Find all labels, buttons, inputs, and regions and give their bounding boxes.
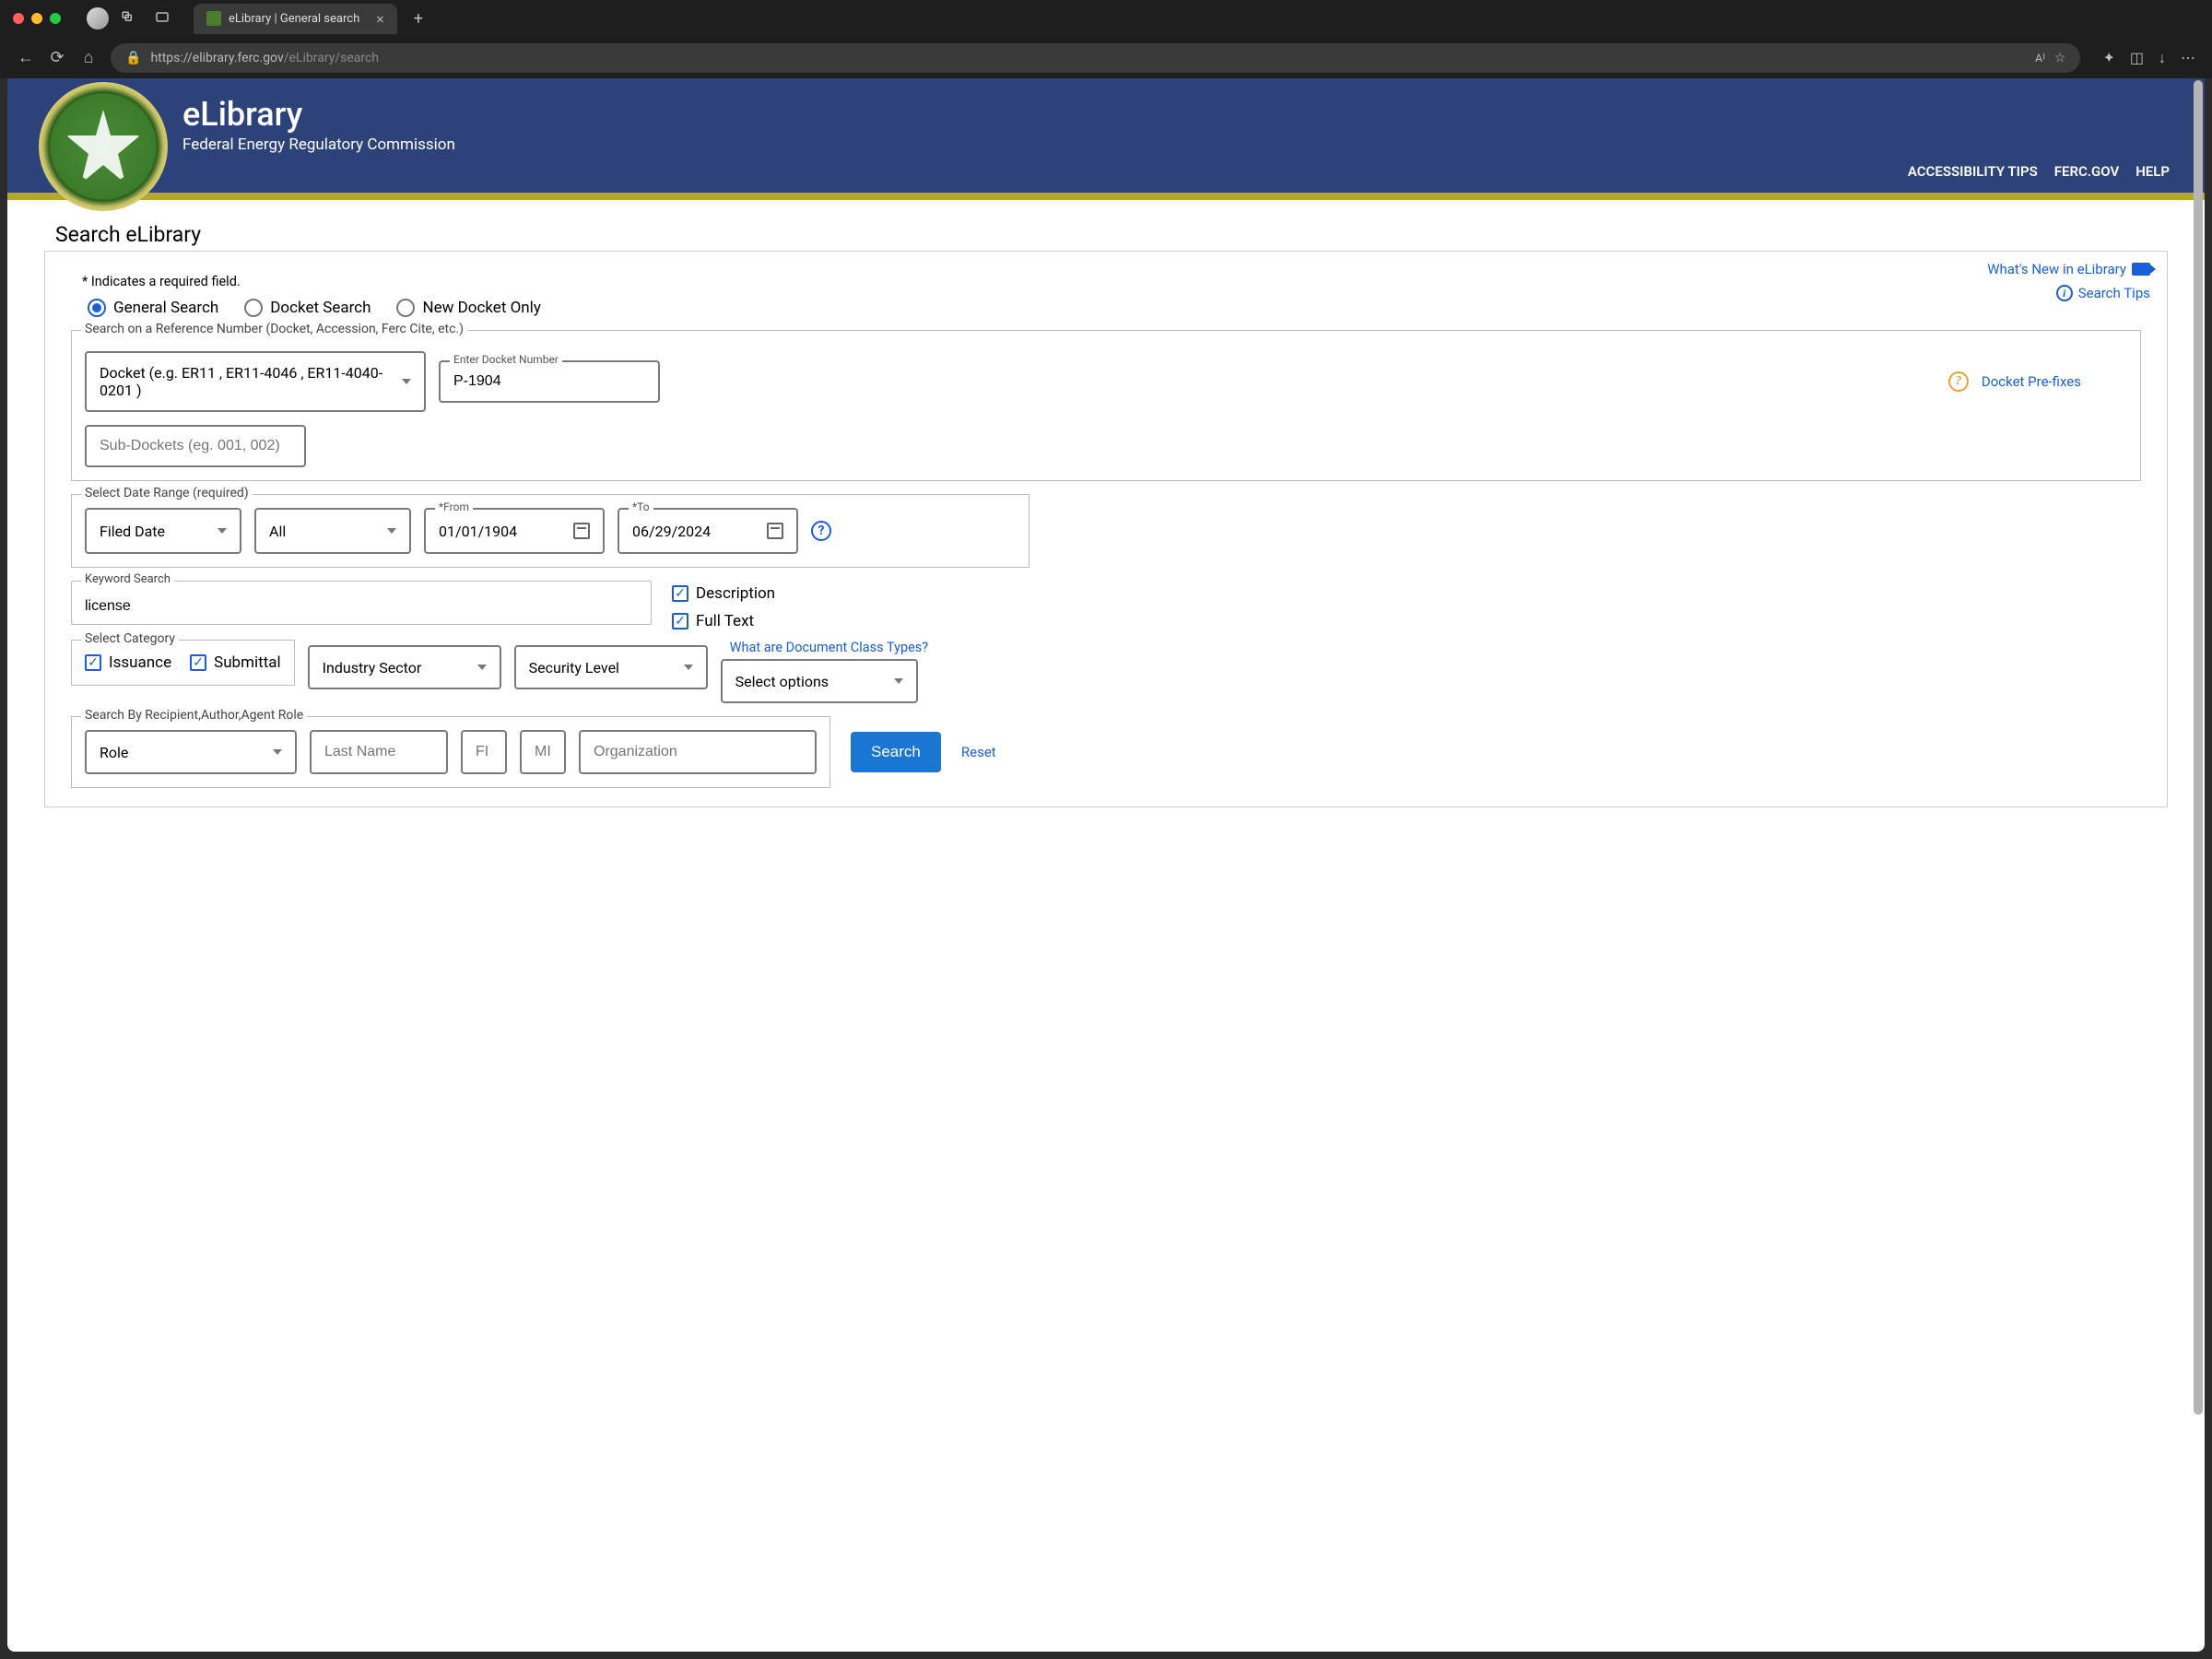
docket-type-select[interactable]: Docket (e.g. ER11 , ER11-4046 , ER11-404…	[85, 351, 426, 412]
radio-docket-search[interactable]: Docket Search	[244, 299, 371, 317]
browser-tab[interactable]: eLibrary | General search ×	[194, 4, 397, 34]
close-window-button[interactable]	[13, 13, 24, 24]
mi-input[interactable]	[520, 730, 566, 774]
info-icon: i	[2056, 285, 2073, 301]
check-fulltext[interactable]: ✓Full Text	[672, 612, 775, 630]
nav-accessibility[interactable]: ACCESSIBILITY TIPS	[1908, 163, 2038, 180]
new-tab-button[interactable]: +	[414, 9, 423, 29]
maximize-window-button[interactable]	[50, 13, 61, 24]
fi-input[interactable]	[461, 730, 507, 774]
tab-close-button[interactable]: ×	[376, 10, 384, 28]
profile-avatar[interactable]	[87, 7, 109, 29]
main-content: Search eLibrary What's New in eLibrary i…	[7, 200, 2205, 844]
radio-general-search[interactable]: General Search	[88, 299, 218, 317]
nav-help[interactable]: HELP	[2136, 163, 2170, 180]
lastname-input[interactable]	[310, 730, 448, 774]
browser-chrome: eLibrary | General search × + ← ⟳ ⌂ 🔒 ht…	[0, 0, 2212, 78]
required-note: * Indicates a required field.	[82, 274, 2141, 289]
brand: eLibrary Federal Energy Regulatory Commi…	[182, 95, 455, 154]
search-card: What's New in eLibrary i Search Tips * I…	[44, 251, 2168, 807]
agency-seal	[39, 82, 168, 211]
keyword-row: Keyword Search ✓Description ✓Full Text	[71, 581, 2141, 630]
url-text: https://elibrary.ferc.gov/eLibrary/searc…	[150, 51, 379, 65]
brand-title: eLibrary	[182, 95, 455, 134]
header-nav: ACCESSIBILITY TIPS FERC.GOV HELP	[1908, 163, 2170, 180]
workspaces-icon[interactable]	[116, 6, 142, 31]
reader-icon[interactable]: A⁾	[2035, 52, 2045, 65]
date-from-input[interactable]: *From 01/01/1904	[424, 508, 605, 554]
address-bar[interactable]: 🔒 https://elibrary.ferc.gov/eLibrary/sea…	[111, 43, 2080, 73]
check-description[interactable]: ✓Description	[672, 584, 775, 603]
site-lock-icon: 🔒	[125, 51, 141, 65]
favorite-icon[interactable]: ☆	[2054, 51, 2066, 65]
check-submittal[interactable]: ✓Submittal	[190, 653, 281, 672]
search-button[interactable]: Search	[851, 732, 941, 772]
site-header: eLibrary Federal Energy Regulatory Commi…	[7, 78, 2205, 200]
class-types-select[interactable]: Select options	[721, 659, 918, 703]
category-section: Select Category ✓Issuance ✓Submittal Ind…	[71, 640, 2141, 703]
tab-overview-icon[interactable]	[149, 6, 175, 31]
downloads-icon[interactable]: ↓	[2159, 49, 2166, 67]
minimize-window-button[interactable]	[31, 13, 42, 24]
docket-number-input[interactable]: Enter Docket Number	[439, 360, 660, 403]
date-to-input[interactable]: *To 06/29/2024	[618, 508, 798, 554]
date-range-section: Select Date Range (required) Filed Date …	[71, 494, 1030, 568]
date-legend: Select Date Range (required)	[81, 486, 253, 500]
class-types-link[interactable]: What are Document Class Types?	[730, 640, 928, 655]
titlebar: eLibrary | General search × +	[0, 0, 2212, 37]
subdocket-input[interactable]	[85, 425, 306, 467]
subdocket-field[interactable]	[100, 438, 291, 454]
nav-ferc[interactable]: FERC.GOV	[2054, 163, 2119, 180]
radio-new-docket[interactable]: New Docket Only	[396, 299, 540, 317]
help-icon[interactable]: ?	[1948, 371, 1969, 392]
top-links: What's New in eLibrary i Search Tips	[1987, 261, 2150, 301]
home-button[interactable]: ⌂	[79, 48, 98, 67]
video-icon	[2132, 263, 2150, 276]
security-level-select[interactable]: Security Level	[514, 645, 708, 689]
back-button[interactable]: ←	[17, 48, 35, 67]
calendar-icon[interactable]	[767, 523, 783, 539]
menu-icon[interactable]: ⋯	[2181, 49, 2195, 67]
extensions-icon[interactable]: ✦	[2102, 49, 2114, 67]
date-help-icon[interactable]: ?	[811, 521, 831, 541]
brand-subtitle: Federal Energy Regulatory Commission	[182, 135, 455, 154]
toolbar-actions: ✦ ◫ ↓ ⋯	[2102, 49, 2195, 67]
page-title: Search eLibrary	[55, 222, 2168, 247]
whats-new-link[interactable]: What's New in eLibrary	[1987, 261, 2126, 277]
keyword-input[interactable]	[85, 598, 638, 615]
search-tips-link[interactable]: Search Tips	[2078, 285, 2150, 301]
page-viewport: eLibrary Federal Energy Regulatory Commi…	[7, 78, 2205, 1652]
tab-favicon	[206, 11, 221, 26]
role-select[interactable]: Role	[85, 730, 297, 774]
browser-toolbar: ← ⟳ ⌂ 🔒 https://elibrary.ferc.gov/eLibra…	[0, 37, 2212, 78]
industry-sector-select[interactable]: Industry Sector	[308, 645, 501, 689]
refresh-button[interactable]: ⟳	[48, 48, 66, 67]
tab-title: eLibrary | General search	[229, 12, 359, 26]
reference-number-section: Search on a Reference Number (Docket, Ac…	[71, 330, 2141, 481]
keyword-input-wrap: Keyword Search	[71, 581, 652, 625]
date-type-select[interactable]: Filed Date	[85, 508, 241, 554]
date-range-preset-select[interactable]: All	[254, 508, 411, 554]
docket-number-field[interactable]	[453, 373, 645, 390]
reference-legend: Search on a Reference Number (Docket, Ac…	[81, 322, 467, 336]
check-issuance[interactable]: ✓Issuance	[85, 653, 171, 672]
calendar-icon[interactable]	[573, 523, 590, 539]
category-fieldset: Select Category ✓Issuance ✓Submittal	[71, 640, 295, 686]
scrollbar[interactable]	[2194, 80, 2203, 1650]
split-icon[interactable]: ◫	[2130, 49, 2144, 67]
window-controls	[13, 13, 61, 24]
reset-link[interactable]: Reset	[961, 744, 996, 760]
role-section: Search By Recipient,Author,Agent Role Ro…	[71, 716, 830, 788]
docket-prefixes-link[interactable]: Docket Pre-fixes	[1982, 373, 2081, 390]
search-type-radios: General Search Docket Search New Docket …	[88, 299, 2141, 317]
org-input[interactable]	[579, 730, 817, 774]
